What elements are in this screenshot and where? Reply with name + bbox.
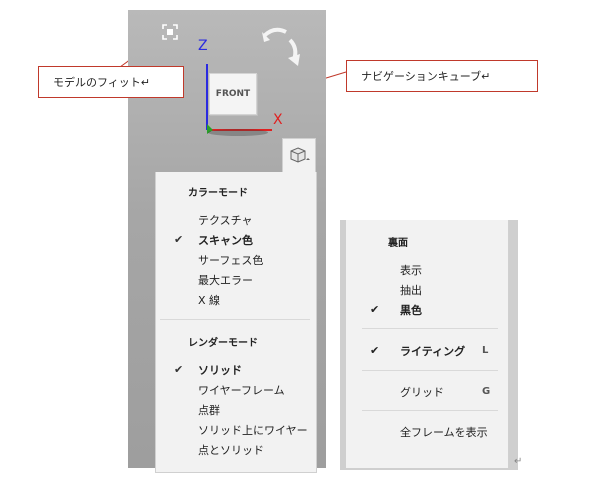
menu-item-points-and-solid[interactable]: 点とソリッド bbox=[198, 442, 264, 458]
menu-item-x-ray[interactable]: X 線 bbox=[198, 292, 220, 308]
backface-menu: 裏面 表示 抽出 ✔ 黒色 ✔ ライティング L グリッド G 全フレームを表示 bbox=[346, 220, 509, 468]
check-icon: ✔ bbox=[174, 363, 184, 376]
menu-item-texture[interactable]: テクスチャ bbox=[198, 212, 253, 228]
menu-item-solid[interactable]: ソリッド bbox=[198, 362, 242, 378]
callout-navigation-cube: ナビゲーションキューブ↵ bbox=[346, 60, 538, 92]
menu-item-wire-on-solid[interactable]: ソリッド上にワイヤー bbox=[198, 422, 308, 438]
navigation-cube[interactable]: FRONT bbox=[209, 73, 257, 115]
menu-separator bbox=[362, 328, 498, 329]
menu-item-show[interactable]: 表示 bbox=[400, 262, 422, 278]
fit-model-icon[interactable] bbox=[162, 24, 178, 40]
paragraph-mark: ↵ bbox=[514, 456, 523, 467]
menu-item-scan-color[interactable]: スキャン色 bbox=[198, 232, 253, 248]
callout-navigation-cube-text: ナビゲーションキューブ↵ bbox=[361, 70, 491, 83]
color-mode-heading: カラーモード bbox=[188, 188, 248, 199]
backface-heading: 裏面 bbox=[388, 238, 408, 249]
lighting-shortcut: L bbox=[482, 345, 489, 356]
menu-separator bbox=[160, 319, 310, 320]
menu-item-wireframe[interactable]: ワイヤーフレーム bbox=[198, 382, 285, 398]
menu-item-show-all-frames[interactable]: 全フレームを表示 bbox=[400, 424, 488, 440]
grid-shortcut: G bbox=[482, 386, 491, 397]
menu-separator bbox=[362, 410, 498, 411]
menu-item-point-cloud[interactable]: 点群 bbox=[198, 402, 220, 418]
callout-fit-model-text: モデルのフィット↵ bbox=[53, 76, 150, 89]
menu-item-grid[interactable]: グリッド bbox=[400, 384, 444, 400]
menu-item-lighting[interactable]: ライティング bbox=[400, 343, 465, 359]
display-menu-toggle[interactable] bbox=[282, 138, 316, 173]
menu-item-black[interactable]: 黒色 bbox=[400, 302, 422, 318]
callout-fit-model: モデルのフィット↵ bbox=[38, 66, 184, 98]
menu-item-max-error[interactable]: 最大エラー bbox=[198, 272, 253, 288]
display-mode-menu: カラーモード テクスチャ ✔ スキャン色 サーフェス色 最大エラー X 線 レン… bbox=[155, 172, 317, 473]
menu-item-surface-color[interactable]: サーフェス色 bbox=[198, 252, 263, 268]
menu-separator bbox=[362, 370, 498, 371]
check-icon: ✔ bbox=[370, 303, 380, 316]
axis-x-label: X bbox=[273, 112, 283, 128]
menu-item-extract[interactable]: 抽出 bbox=[400, 282, 422, 298]
check-icon: ✔ bbox=[174, 233, 184, 246]
cube-menu-icon bbox=[290, 147, 310, 163]
check-icon: ✔ bbox=[370, 344, 380, 357]
render-mode-heading: レンダーモード bbox=[188, 338, 258, 349]
backface-menu-panel: 裏面 表示 抽出 ✔ 黒色 ✔ ライティング L グリッド G 全フレームを表示 bbox=[340, 220, 518, 470]
cube-shadow bbox=[208, 129, 268, 136]
